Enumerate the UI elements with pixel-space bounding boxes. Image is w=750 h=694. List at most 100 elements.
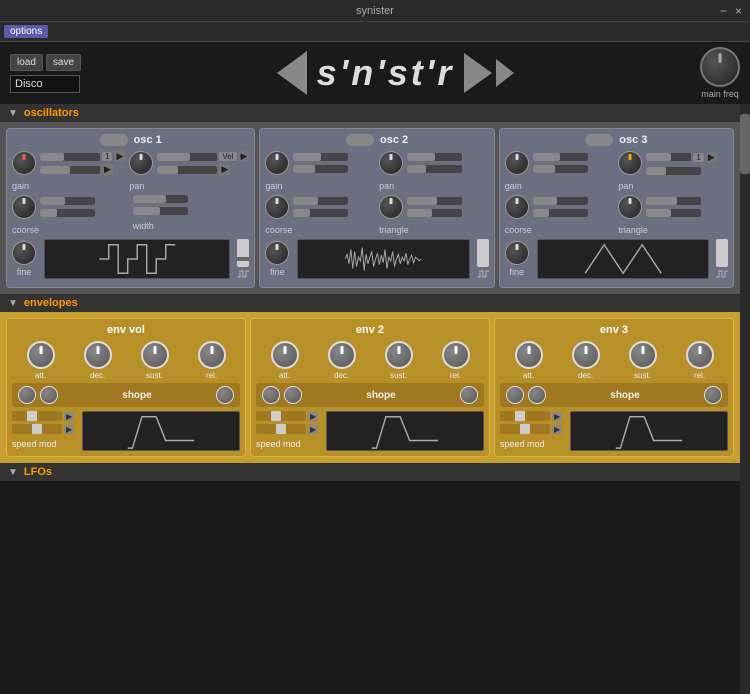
osc2-triangle-knob[interactable] [379, 195, 403, 219]
osc3-triangle-knob[interactable] [618, 195, 642, 219]
env3-rel-knob[interactable] [686, 341, 714, 369]
osc3-gain-knob[interactable] [505, 151, 529, 175]
env3-speed-s1[interactable] [500, 411, 550, 421]
osc3-coarse-knob[interactable] [505, 195, 529, 219]
osc1-gain-knob[interactable] [12, 151, 36, 175]
env-vol-att-knob[interactable] [27, 341, 55, 369]
env-vol-sust-knob[interactable] [141, 341, 169, 369]
osc1-gain-slider1[interactable] [40, 153, 100, 161]
env-vol-speed-arrow1[interactable]: ▶ [64, 412, 74, 421]
osc1-pan-knob[interactable] [129, 151, 153, 175]
osc3-gain-s1[interactable] [533, 153, 588, 161]
osc1-vel-arrow[interactable]: ▶ [239, 151, 250, 162]
env2-speed-s2[interactable] [256, 424, 306, 434]
osc3-num-badge[interactable]: 1 [693, 153, 703, 162]
env-vol-speed-s2[interactable] [12, 424, 62, 434]
env2-speed-s1[interactable] [256, 411, 306, 421]
osc3-toggle[interactable] [585, 134, 613, 146]
osc3-pan-knob[interactable] [618, 151, 642, 175]
env3-sust-knob[interactable] [629, 341, 657, 369]
env2-shape-knob1[interactable] [262, 386, 280, 404]
osc2-v-slider[interactable] [477, 239, 489, 267]
env-vol-speed-s1[interactable] [12, 411, 62, 421]
osc3-fine-knob[interactable] [505, 241, 529, 265]
env3-shape-knob2[interactable] [528, 386, 546, 404]
preset-input[interactable] [10, 75, 80, 93]
osc2-toggle[interactable] [346, 134, 374, 146]
osc1-width-slider1[interactable] [133, 195, 188, 203]
close-button[interactable]: × [735, 4, 742, 18]
env2-shape-knob2[interactable] [284, 386, 302, 404]
osc1-pan-slider1[interactable] [157, 153, 217, 161]
osc2-tri-s2[interactable] [407, 209, 462, 217]
scrollbar[interactable] [740, 104, 750, 694]
osc1-coarse-knob[interactable] [12, 195, 36, 219]
osc3-tri-s1[interactable] [646, 197, 701, 205]
oscillators-label: oscillators [24, 107, 79, 119]
minimize-button[interactable]: − [720, 4, 727, 18]
env-vol-dec-knob[interactable] [84, 341, 112, 369]
osc2-right-controls [477, 239, 489, 279]
osc3-pan-s2[interactable] [646, 167, 701, 175]
osc1-coarse-slider1[interactable] [40, 197, 95, 205]
osc1-width-slider2[interactable] [133, 207, 188, 215]
load-button[interactable]: load [10, 54, 43, 71]
osc3-v-slider[interactable] [716, 239, 728, 267]
options-menu[interactable]: options [4, 25, 48, 38]
osc1-gain-slider2[interactable] [40, 166, 100, 174]
osc2-coarse-s1[interactable] [293, 197, 348, 205]
env-vol-rel-knob[interactable] [198, 341, 226, 369]
env2-speed-arrow1[interactable]: ▶ [308, 412, 318, 421]
main-freq-knob[interactable] [700, 47, 740, 87]
osc3-pan-s1[interactable] [646, 153, 691, 161]
scrollbar-thumb[interactable] [740, 114, 750, 174]
osc3-coarse-s2[interactable] [533, 209, 588, 217]
save-button[interactable]: save [46, 54, 81, 71]
env3-speed-arrow1[interactable]: ▶ [552, 412, 562, 421]
osc2-gain-knob[interactable] [265, 151, 289, 175]
osc1-fine-knob[interactable] [12, 241, 36, 265]
env2-dec-knob[interactable] [328, 341, 356, 369]
osc2-tri-s1[interactable] [407, 197, 462, 205]
osc1-num-badge[interactable]: 1 [102, 152, 112, 161]
osc1-coarse-slider2[interactable] [40, 209, 95, 217]
osc2-gain-s2[interactable] [293, 165, 348, 173]
osc1-v-slider[interactable] [237, 239, 249, 267]
env3-speed-arrow2[interactable]: ▶ [552, 425, 562, 434]
osc1-vel-badge[interactable]: Vel [219, 152, 236, 161]
osc3-tri-s2[interactable] [646, 209, 701, 217]
osc1-pan-slider2[interactable] [157, 166, 217, 174]
env3-shape-knob1[interactable] [506, 386, 524, 404]
env2-speed-label: speed mod [256, 439, 318, 449]
env2-sust-knob[interactable] [385, 341, 413, 369]
lfo-collapse-arrow[interactable]: ▼ [8, 467, 18, 478]
env-vol-shape-knob1[interactable] [18, 386, 36, 404]
osc2-coarse-s2[interactable] [293, 209, 348, 217]
env2-speed-arrow2[interactable]: ▶ [308, 425, 318, 434]
osc1-num-arrow[interactable]: ▶ [114, 151, 125, 162]
env3-speed-s2[interactable] [500, 424, 550, 434]
osc1-toggle[interactable] [100, 134, 128, 146]
env2-att-knob[interactable] [271, 341, 299, 369]
osc-collapse-arrow[interactable]: ▼ [8, 108, 18, 119]
osc2-pan-knob[interactable] [379, 151, 403, 175]
osc2-gain-s1[interactable] [293, 153, 348, 161]
osc2-coarse-knob[interactable] [265, 195, 289, 219]
env-collapse-arrow[interactable]: ▼ [8, 298, 18, 309]
osc1-gain-arrow[interactable]: ▶ [102, 164, 113, 175]
osc3-coarse-s1[interactable] [533, 197, 588, 205]
env3-shape-knob3[interactable] [704, 386, 722, 404]
env-vol-speed-arrow2[interactable]: ▶ [64, 425, 74, 434]
env3-att-knob[interactable] [515, 341, 543, 369]
osc1-pan-arrow[interactable]: ▶ [219, 164, 230, 175]
env-vol-shape-knob3[interactable] [216, 386, 234, 404]
osc3-num-arrow[interactable]: ▶ [706, 152, 717, 163]
env2-rel-knob[interactable] [442, 341, 470, 369]
env3-dec-knob[interactable] [572, 341, 600, 369]
osc2-fine-knob[interactable] [265, 241, 289, 265]
osc2-pan-s2[interactable] [407, 165, 462, 173]
osc3-gain-s2[interactable] [533, 165, 588, 173]
osc2-pan-s1[interactable] [407, 153, 462, 161]
env2-shape-knob3[interactable] [460, 386, 478, 404]
env-vol-shape-knob2[interactable] [40, 386, 58, 404]
